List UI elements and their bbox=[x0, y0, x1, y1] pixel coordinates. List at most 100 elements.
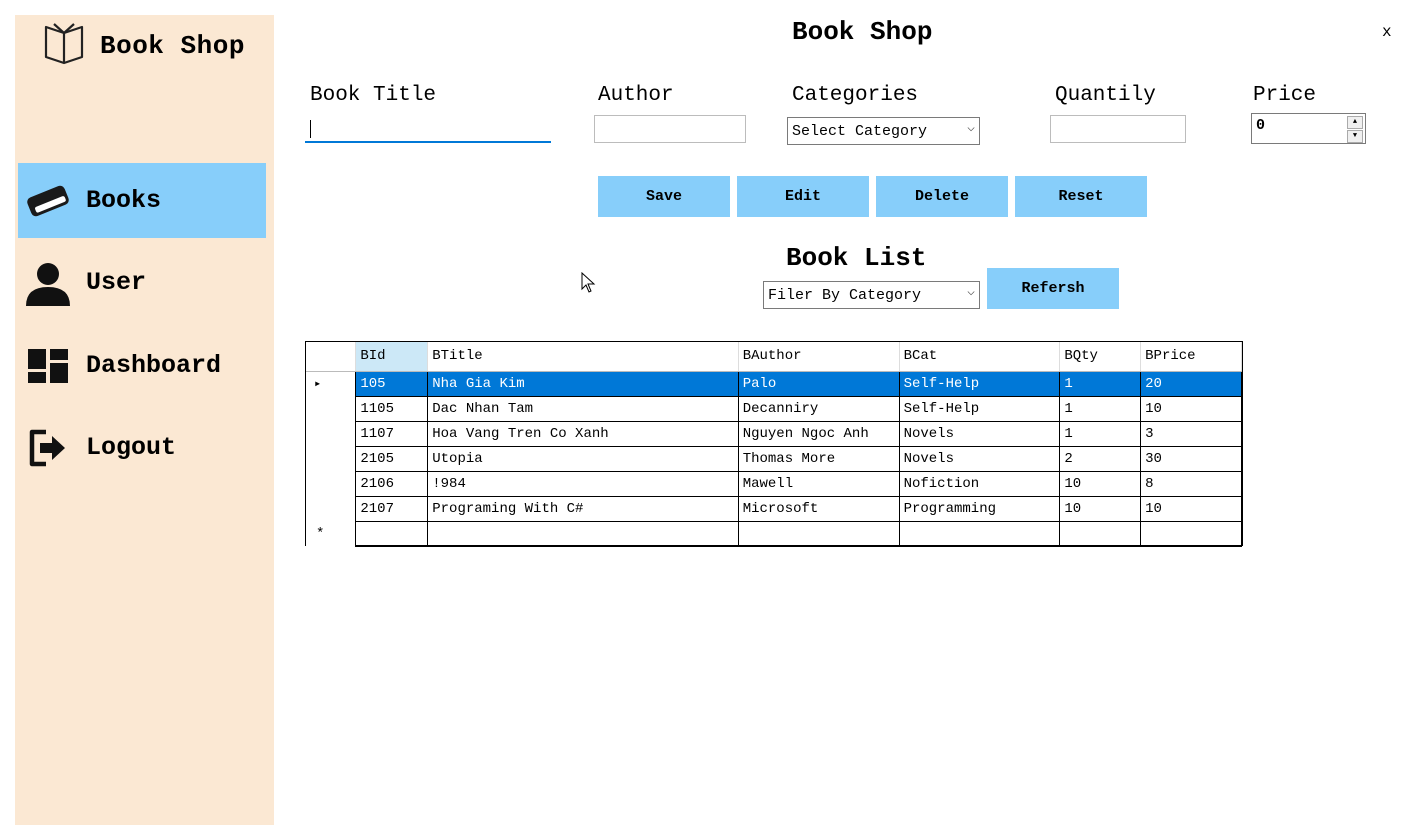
table-cell[interactable] bbox=[355, 520, 429, 547]
sidebar-item-user[interactable]: User bbox=[18, 245, 266, 320]
table-cell[interactable]: 1 bbox=[1059, 420, 1142, 447]
chevron-down-icon: ⌵ bbox=[967, 120, 975, 135]
table-cell[interactable]: 1 bbox=[1059, 370, 1142, 397]
logout-icon bbox=[24, 424, 72, 472]
table-row[interactable]: 1107 Hoa Vang Tren Co Xanh Nguyen Ngoc Anh… bbox=[306, 420, 1242, 447]
table-row[interactable]: 2106 !984 Mawell Nofiction 10 8 bbox=[306, 470, 1242, 497]
table-cell[interactable] bbox=[1140, 520, 1242, 547]
book-icon bbox=[24, 177, 72, 225]
edit-button[interactable]: Edit bbox=[737, 176, 869, 217]
row-header[interactable] bbox=[306, 446, 357, 471]
author-input[interactable] bbox=[594, 115, 746, 143]
table-cell[interactable]: 10 bbox=[1059, 495, 1142, 522]
table-cell[interactable]: Hoa Vang Tren Co Xanh bbox=[427, 420, 739, 447]
dashboard-icon bbox=[24, 342, 72, 390]
text-caret bbox=[310, 120, 311, 138]
delete-button[interactable]: Delete bbox=[876, 176, 1008, 217]
books-data-grid[interactable]: BId BTitle BAuthor BCat BQty BPrice ▸ 105… bbox=[305, 341, 1243, 547]
brand-title: Book Shop bbox=[100, 30, 245, 61]
new-row[interactable]: * bbox=[306, 520, 1242, 547]
table-cell[interactable]: 105 bbox=[355, 370, 429, 397]
row-header[interactable] bbox=[306, 396, 357, 421]
user-icon bbox=[24, 259, 72, 307]
table-cell[interactable]: 2105 bbox=[355, 445, 429, 472]
category-select[interactable]: Select Category ⌵ bbox=[787, 117, 980, 145]
table-cell[interactable]: 20 bbox=[1140, 370, 1242, 397]
sidebar-item-label: User bbox=[86, 268, 147, 297]
row-header[interactable] bbox=[306, 421, 357, 446]
table-cell[interactable]: 2 bbox=[1059, 445, 1142, 472]
brand: Book Shop bbox=[40, 21, 245, 70]
table-cell[interactable]: Self-Help bbox=[898, 395, 1061, 422]
chevron-down-icon: ⌵ bbox=[967, 284, 975, 299]
refresh-button[interactable]: Refersh bbox=[987, 268, 1119, 309]
table-cell[interactable]: Decanniry bbox=[737, 395, 900, 422]
price-stepper[interactable]: 0 ▲ ▼ bbox=[1251, 113, 1366, 144]
sidebar-item-label: Dashboard bbox=[86, 351, 222, 380]
page-title: Book Shop bbox=[792, 17, 933, 47]
column-header-bqty[interactable]: BQty bbox=[1059, 342, 1142, 372]
table-cell[interactable]: Nguyen Ngoc Anh bbox=[737, 420, 900, 447]
sidebar-item-dashboard[interactable]: Dashboard bbox=[18, 328, 266, 403]
table-header-row: BId BTitle BAuthor BCat BQty BPrice bbox=[306, 342, 1242, 372]
table-cell[interactable] bbox=[427, 520, 739, 547]
table-cell[interactable]: Nofiction bbox=[898, 470, 1061, 497]
spin-up-icon[interactable]: ▲ bbox=[1347, 116, 1363, 129]
table-cell[interactable]: 3 bbox=[1140, 420, 1242, 447]
table-cell[interactable]: Utopia bbox=[427, 445, 739, 472]
table-cell[interactable] bbox=[737, 520, 900, 547]
table-cell[interactable]: 2107 bbox=[355, 495, 429, 522]
table-row[interactable]: 2105 Utopia Thomas More Novels 2 30 bbox=[306, 445, 1242, 472]
book-list-title: Book List bbox=[786, 243, 927, 273]
open-book-icon bbox=[40, 21, 88, 70]
sidebar-item-logout[interactable]: Logout bbox=[18, 410, 266, 485]
categories-label: Categories bbox=[792, 84, 919, 107]
table-cell[interactable]: 1105 bbox=[355, 395, 429, 422]
table-cell[interactable]: Microsoft bbox=[737, 495, 900, 522]
column-header-bid[interactable]: BId bbox=[355, 342, 429, 372]
table-cell[interactable]: Thomas More bbox=[737, 445, 900, 472]
table-cell[interactable]: Nha Gia Kim bbox=[427, 370, 739, 397]
column-header-btitle[interactable]: BTitle bbox=[427, 342, 739, 372]
reset-button[interactable]: Reset bbox=[1015, 176, 1147, 217]
table-cell[interactable]: 1107 bbox=[355, 420, 429, 447]
row-header[interactable]: ▸ bbox=[306, 371, 357, 396]
table-cell[interactable]: Novels bbox=[898, 420, 1061, 447]
spin-down-icon[interactable]: ▼ bbox=[1347, 130, 1363, 143]
table-cell[interactable]: Programing With C# bbox=[427, 495, 739, 522]
column-header-bcat[interactable]: BCat bbox=[899, 342, 1061, 372]
table-cell[interactable] bbox=[1059, 520, 1142, 547]
table-cell[interactable]: 1 bbox=[1059, 395, 1142, 422]
table-cell[interactable]: 10 bbox=[1140, 495, 1242, 522]
table-cell[interactable]: Palo bbox=[737, 370, 900, 397]
quantity-input[interactable] bbox=[1050, 115, 1186, 143]
table-cell[interactable]: Mawell bbox=[737, 470, 900, 497]
table-row[interactable]: 1105 Dac Nhan Tam Decanniry Self-Help 1 10 bbox=[306, 395, 1242, 422]
row-header[interactable] bbox=[306, 471, 357, 496]
table-cell[interactable]: 8 bbox=[1140, 470, 1242, 497]
new-row-marker: * bbox=[306, 521, 357, 546]
table-cell[interactable]: Self-Help bbox=[898, 370, 1061, 397]
table-row[interactable]: ▸ 105 Nha Gia Kim Palo Self-Help 1 20 bbox=[306, 370, 1242, 397]
sidebar: Book Shop Books User Dashboard Logout bbox=[15, 15, 274, 825]
save-button[interactable]: Save bbox=[598, 176, 730, 217]
table-cell[interactable]: !984 bbox=[427, 470, 739, 497]
close-button[interactable]: x bbox=[1382, 23, 1392, 41]
table-cell[interactable]: 30 bbox=[1140, 445, 1242, 472]
table-row[interactable]: 2107 Programing With C# Microsoft Programmi… bbox=[306, 495, 1242, 522]
book-title-input[interactable] bbox=[305, 115, 551, 143]
books-table: BId BTitle BAuthor BCat BQty BPrice ▸ 105… bbox=[306, 342, 1242, 547]
column-header-bauthor[interactable]: BAuthor bbox=[738, 342, 900, 372]
table-cell[interactable] bbox=[898, 520, 1061, 547]
column-header-bprice[interactable]: BPrice bbox=[1140, 342, 1242, 372]
table-cell[interactable]: Programming bbox=[898, 495, 1061, 522]
table-cell[interactable]: 2106 bbox=[355, 470, 429, 497]
table-cell[interactable]: Dac Nhan Tam bbox=[427, 395, 739, 422]
sidebar-item-books[interactable]: Books bbox=[18, 163, 266, 238]
table-cell[interactable]: Novels bbox=[898, 445, 1061, 472]
row-header[interactable] bbox=[306, 496, 357, 521]
filter-category-select[interactable]: Filer By Category ⌵ bbox=[763, 281, 980, 309]
table-cell[interactable]: 10 bbox=[1140, 395, 1242, 422]
table-cell[interactable]: 10 bbox=[1059, 470, 1142, 497]
row-header-corner bbox=[306, 342, 357, 372]
